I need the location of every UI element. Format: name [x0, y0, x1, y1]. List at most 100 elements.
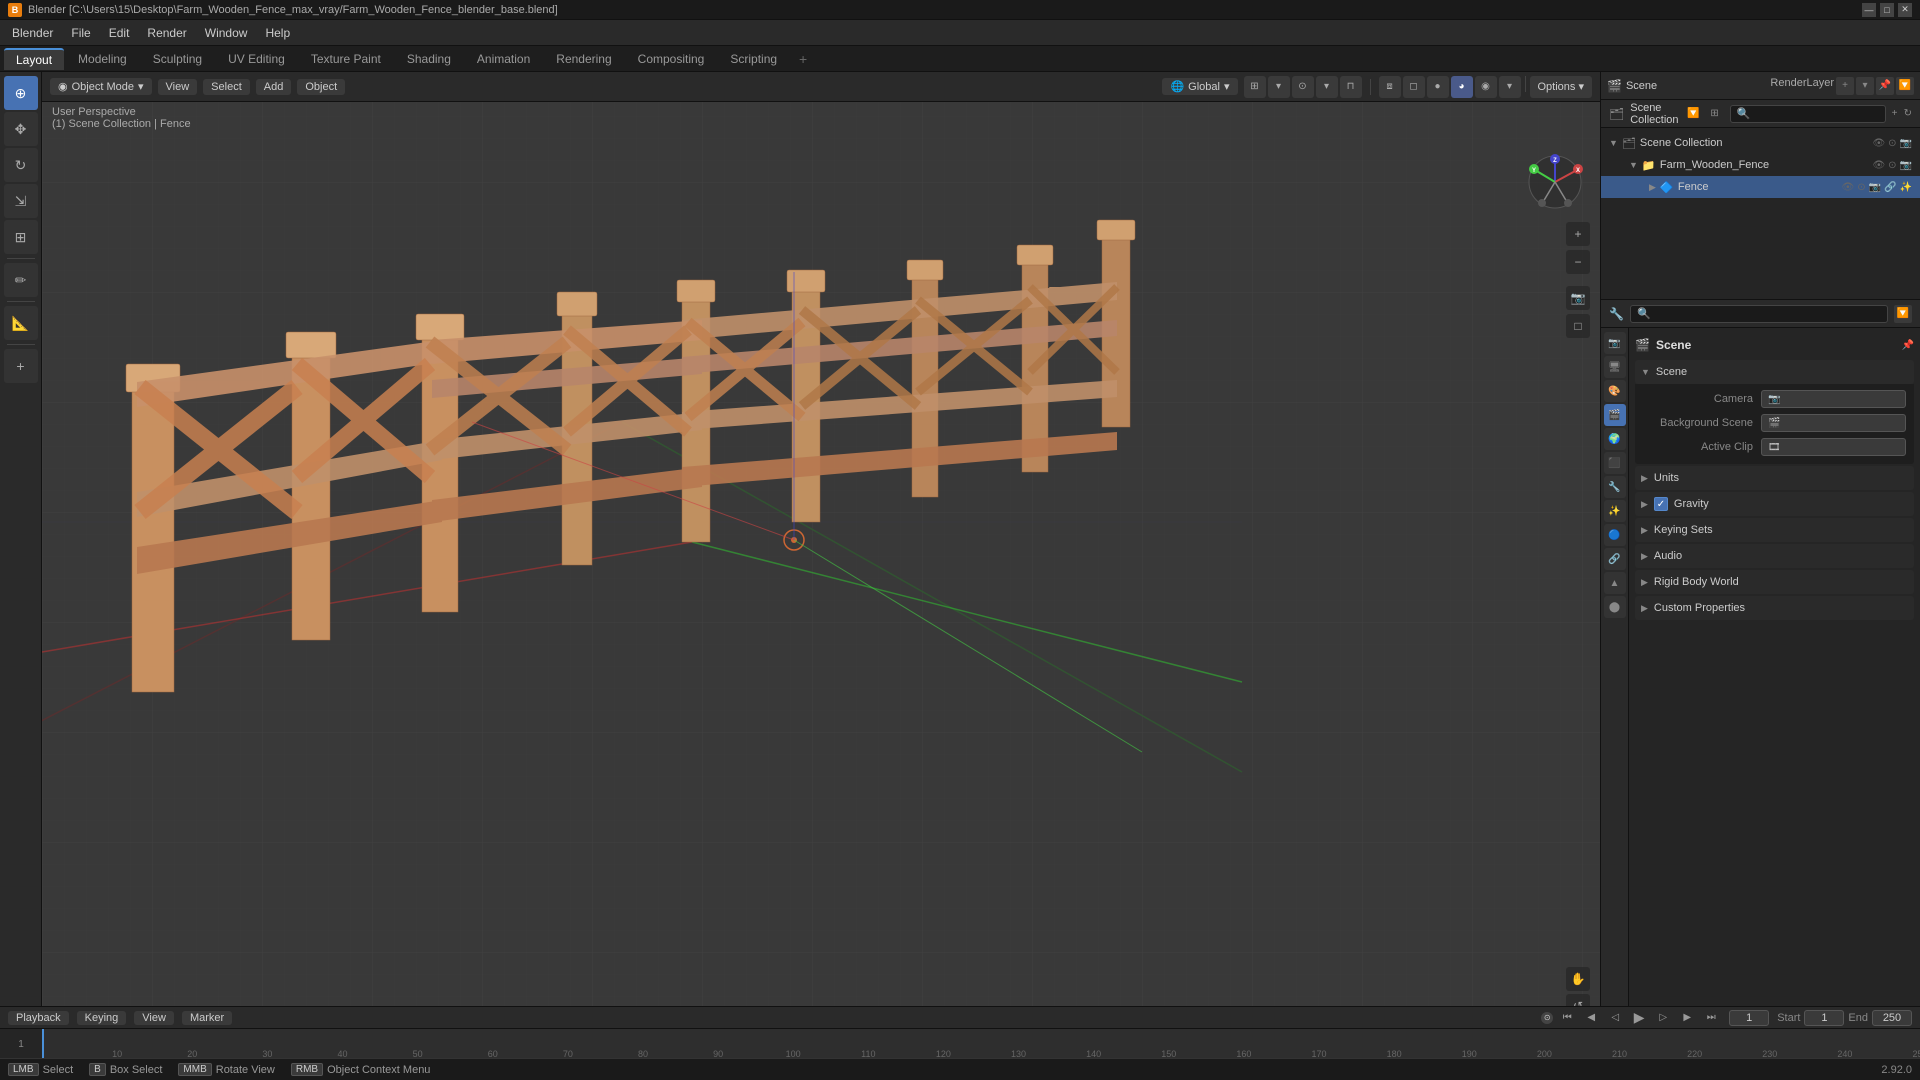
outliner-item-fence[interactable]: ▶ 🔷 Fence 👁 ⊙ 📷 🔗 ✨ — [1601, 176, 1920, 198]
outliner-restrict-button[interactable]: ⊞ — [1706, 105, 1724, 123]
outliner-add-button[interactable]: + — [1892, 105, 1898, 123]
world-props-button[interactable]: 🌍 — [1604, 428, 1626, 450]
select-menu-button[interactable]: Select — [203, 79, 250, 95]
custom-props-section-header[interactable]: ▶ Custom Properties — [1635, 596, 1914, 620]
material-props-button[interactable]: ⬤ — [1604, 596, 1626, 618]
zoom-in-button[interactable]: + — [1566, 222, 1590, 246]
viewport-shading-wire[interactable]: ◻ — [1403, 76, 1425, 98]
render-icon2[interactable]: 📷 — [1900, 160, 1912, 171]
play-button[interactable]: ▶ — [1629, 1010, 1649, 1026]
scene-options-button[interactable]: ▾ — [1856, 77, 1874, 95]
viewport-3d[interactable]: User Perspective (1) Scene Collection | … — [42, 72, 1600, 1028]
tab-compositing[interactable]: Compositing — [626, 49, 717, 69]
mode-select-dropdown[interactable]: ◉ Object Mode ▾ — [50, 78, 152, 95]
visibility-icon3[interactable]: 👁 — [1842, 182, 1855, 193]
next-frame-button[interactable]: ▶ — [1677, 1010, 1697, 1026]
render-props-button[interactable]: 📷 — [1604, 332, 1626, 354]
measure-tool-button[interactable]: 📐 — [4, 306, 38, 340]
proportional-falloff[interactable]: ▾ — [1316, 76, 1338, 98]
visibility-icon[interactable]: 👁 — [1872, 138, 1885, 149]
menu-blender[interactable]: Blender — [4, 24, 61, 42]
visibility-icon2[interactable]: 👁 — [1872, 160, 1885, 171]
modifier-props-button[interactable]: 🔧 — [1604, 476, 1626, 498]
snap-type[interactable]: ▾ — [1268, 76, 1290, 98]
zoom-out-button[interactable]: − — [1566, 250, 1590, 274]
shading-options[interactable]: ▾ — [1499, 76, 1521, 98]
transform-tool-button[interactable]: ⊞ — [4, 220, 38, 254]
scene-filter-button[interactable]: 🔽 — [1896, 77, 1914, 95]
physics-props-button[interactable]: 🔵 — [1604, 524, 1626, 546]
menu-window[interactable]: Window — [197, 24, 256, 42]
select-icon2[interactable]: ⊙ — [1888, 160, 1896, 171]
jump-start-button[interactable]: ⏮ — [1557, 1010, 1577, 1026]
close-button[interactable]: ✕ — [1898, 3, 1912, 17]
outliner-search-input[interactable] — [1730, 105, 1886, 123]
viewport-shading-render[interactable]: ◉ — [1475, 76, 1497, 98]
view-menu-button[interactable]: View — [158, 79, 198, 95]
gravity-section-header[interactable]: ▶ ✓ Gravity — [1635, 492, 1914, 516]
data-props-button[interactable]: ▲ — [1604, 572, 1626, 594]
playhead[interactable] — [42, 1029, 44, 1059]
tab-rendering[interactable]: Rendering — [544, 49, 623, 69]
add-workspace-button[interactable]: + — [791, 48, 815, 70]
pin-icon[interactable]: 📌 — [1902, 340, 1914, 351]
outliner-item-farm-collection[interactable]: ▼ 📁 Farm_Wooden_Fence 👁 ⊙ 📷 — [1601, 154, 1920, 176]
active-clip-value[interactable]: 🎞 — [1761, 438, 1906, 456]
tab-modeling[interactable]: Modeling — [66, 49, 139, 69]
viewport-shading-material[interactable]: ◕ — [1451, 76, 1473, 98]
add-object-button[interactable]: + — [4, 349, 38, 383]
menu-help[interactable]: Help — [257, 24, 298, 42]
outliner-item-scene-collection[interactable]: ▼ 🗂 Scene Collection 👁 ⊙ 📷 — [1601, 132, 1920, 154]
options-button[interactable]: Options ▾ — [1530, 76, 1593, 98]
background-scene-value[interactable]: 🎬 — [1761, 414, 1906, 432]
particles-props-button[interactable]: ✨ — [1604, 500, 1626, 522]
tab-sculpting[interactable]: Sculpting — [141, 49, 214, 69]
particle-icon[interactable]: ✨ — [1900, 182, 1912, 193]
move-tool-button[interactable]: ✥ — [4, 112, 38, 146]
render-icon[interactable]: 📷 — [1900, 138, 1912, 149]
select-icon3[interactable]: ⊙ — [1857, 182, 1865, 193]
menu-edit[interactable]: Edit — [101, 24, 138, 42]
scale-tool-button[interactable]: ⇲ — [4, 184, 38, 218]
object-props-button[interactable]: ⬛ — [1604, 452, 1626, 474]
menu-file[interactable]: File — [63, 24, 98, 42]
tab-shading[interactable]: Shading — [395, 49, 463, 69]
current-frame-input[interactable]: 1 — [1729, 1010, 1769, 1026]
annotate-tool-button[interactable]: ✏ — [4, 263, 38, 297]
rotate-tool-button[interactable]: ↻ — [4, 148, 38, 182]
render-icon3[interactable]: 📷 — [1869, 182, 1881, 193]
view-layer-props-button[interactable]: 🎨 — [1604, 380, 1626, 402]
gravity-checkbox[interactable]: ✓ — [1654, 497, 1668, 511]
output-props-button[interactable]: 🖥 — [1604, 356, 1626, 378]
prev-keyframe-button[interactable]: ◁ — [1605, 1010, 1625, 1026]
camera-view-button[interactable]: 📷 — [1566, 286, 1590, 310]
tab-scripting[interactable]: Scripting — [718, 49, 789, 69]
xray-toggle[interactable]: ⧈ — [1379, 76, 1401, 98]
keying-button[interactable]: Keying — [77, 1011, 127, 1025]
cursor-tool-button[interactable]: ⊕ — [4, 76, 38, 110]
keying-sets-section-header[interactable]: ▶ Keying Sets — [1635, 518, 1914, 542]
maximize-button[interactable]: □ — [1880, 3, 1894, 17]
rigid-body-world-section-header[interactable]: ▶ Rigid Body World — [1635, 570, 1914, 594]
scene-section-header[interactable]: ▼ Scene — [1635, 360, 1914, 384]
units-section-header[interactable]: ▶ Units — [1635, 466, 1914, 490]
proportional-edit[interactable]: ⊙ — [1292, 76, 1314, 98]
object-menu-button[interactable]: Object — [297, 79, 345, 95]
timeline-scrubber[interactable]: 1 10203040506070809010011012013014015016… — [0, 1029, 1920, 1059]
marker-button[interactable]: Marker — [182, 1011, 232, 1025]
pan-button[interactable]: ✋ — [1566, 967, 1590, 991]
scene-props-button[interactable]: 🎬 — [1604, 404, 1626, 426]
start-frame-input[interactable] — [1804, 1010, 1844, 1026]
snap-toggle[interactable]: ⊞ — [1244, 76, 1266, 98]
local-view-button[interactable]: □ — [1566, 314, 1590, 338]
tab-uv-editing[interactable]: UV Editing — [216, 49, 297, 69]
select-icon[interactable]: ⊙ — [1888, 138, 1896, 149]
tab-animation[interactable]: Animation — [465, 49, 542, 69]
outliner-filter-button[interactable]: 🔽 — [1685, 105, 1703, 123]
constraints-props-button[interactable]: 🔗 — [1604, 548, 1626, 570]
next-keyframe-button[interactable]: ▷ — [1653, 1010, 1673, 1026]
properties-filter-button[interactable]: 🔽 — [1894, 305, 1912, 323]
menu-render[interactable]: Render — [139, 24, 194, 42]
end-frame-input[interactable] — [1872, 1010, 1912, 1026]
tab-layout[interactable]: Layout — [4, 48, 64, 70]
